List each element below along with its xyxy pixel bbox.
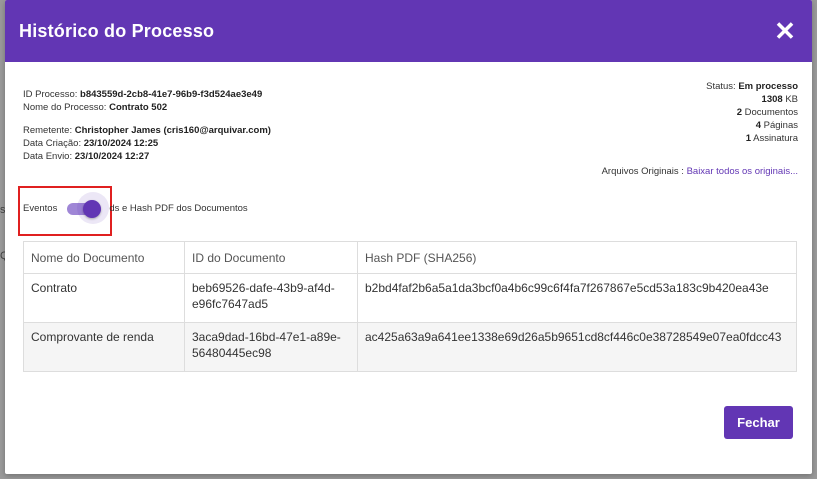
documents-count: 2: [736, 107, 743, 118]
document-hash-cell: ac425a63a9a641ee1338e69d26a5b9651cd8cf44…: [357, 322, 797, 372]
document-id-cell: 3aca9dad-16bd-47e1-a89e-56480445ec98: [184, 322, 358, 372]
sent-date-line: Data Envio: 23/10/2024 12:27: [23, 150, 271, 163]
sender-value: Christopher James (cris160@arquivar.com): [74, 125, 271, 136]
document-name-cell: Comprovante de renda: [23, 322, 185, 372]
process-history-modal: Histórico do Processo ✕ ID Processo: b84…: [5, 0, 812, 474]
process-id-value: b843559d-2cb8-41e7-96b9-f3d524ae3e49: [80, 89, 263, 100]
created-date-label: Data Criação:: [23, 138, 82, 149]
column-header-name: Nome do Documento: [23, 241, 185, 274]
process-name-label: Nome do Processo:: [23, 102, 107, 113]
process-name-value: Contrato 502: [109, 102, 168, 113]
column-header-id: ID do Documento: [184, 241, 358, 274]
sent-date-value: 23/10/2024 12:27: [74, 151, 150, 162]
table-row: Comprovante de renda 3aca9dad-16bd-47e1-…: [23, 322, 797, 372]
documents-line: 2 Documentos: [706, 106, 798, 119]
column-header-hash: Hash PDF (SHA256): [357, 241, 797, 274]
toggle-caption: ds e Hash PDF dos Documentos: [109, 202, 248, 214]
sender-line: Remetente: Christopher James (cris160@ar…: [23, 124, 271, 137]
sender-label: Remetente:: [23, 125, 73, 136]
events-toggle-row: Eventos ds e Hash PDF dos Documentos: [23, 192, 248, 224]
size-value: 1308: [761, 94, 783, 105]
close-icon[interactable]: ✕: [772, 16, 798, 46]
document-id-cell: beb69526-dafe-43b9-af4d-e96fc7647ad5: [184, 273, 358, 323]
process-name-line: Nome do Processo: Contrato 502: [23, 101, 271, 114]
document-hash-cell: b2bd4faf2b6a5a1da3bcf0a4b6c99c6f4fa7f267…: [357, 273, 797, 323]
original-files: Arquivos Originais : Baixar todos os ori…: [602, 166, 798, 177]
signatures-label: Assinatura: [753, 133, 798, 144]
size-line: 1308 KB: [706, 93, 798, 106]
modal-header: Histórico do Processo ✕: [5, 0, 812, 62]
created-date-value: 23/10/2024 12:25: [83, 138, 159, 149]
table-row: Contrato beb69526-dafe-43b9-af4d-e96fc76…: [23, 273, 797, 323]
signatures-line: 1 Assinatura: [706, 132, 798, 145]
process-summary: Status: Em processo 1308 KB 2 Documentos…: [706, 80, 798, 145]
process-id-label: ID Processo:: [23, 89, 78, 100]
events-toggle-switch[interactable]: [67, 192, 110, 224]
process-id-line: ID Processo: b843559d-2cb8-41e7-96b9-f3d…: [23, 88, 271, 101]
close-button[interactable]: Fechar: [724, 406, 793, 439]
events-toggle-label: Eventos: [23, 202, 58, 214]
created-date-line: Data Criação: 23/10/2024 12:25: [23, 137, 271, 150]
process-info: ID Processo: b843559d-2cb8-41e7-96b9-f3d…: [23, 88, 271, 163]
modal-title: Histórico do Processo: [19, 20, 215, 41]
download-all-originals-link[interactable]: Baixar todos os originais...: [687, 166, 798, 177]
signatures-count: 1: [745, 133, 751, 144]
sent-date-label: Data Envio:: [23, 151, 73, 162]
pages-count: 4: [755, 120, 762, 131]
table-header-row: Nome do Documento ID do Documento Hash P…: [23, 241, 797, 274]
status-line: Status: Em processo: [706, 80, 798, 93]
status-label: Status:: [706, 81, 736, 92]
pages-line: 4 Páginas: [706, 119, 798, 132]
documents-label: Documentos: [744, 107, 798, 118]
pages-label: Páginas: [763, 120, 798, 131]
documents-table: Nome do Documento ID do Documento Hash P…: [23, 241, 797, 372]
size-unit: KB: [785, 94, 798, 105]
original-files-label: Arquivos Originais :: [601, 166, 684, 177]
status-value: Em processo: [738, 81, 798, 92]
document-name-cell: Contrato: [23, 273, 185, 323]
